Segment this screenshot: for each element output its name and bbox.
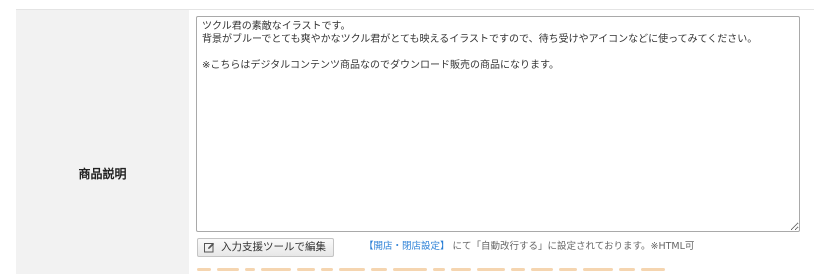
field-value-cell: ツクル君の素敵なイラストです。 背景がブルーでとても爽やかなツクル君がとても映え… xyxy=(189,10,814,274)
field-label-cell: 商品説明 xyxy=(16,10,189,274)
cropped-next-row-text xyxy=(197,268,767,276)
auto-linebreak-note: 【開店・閉店設定】 にて「自動改行する」に設定されております。※HTML可 xyxy=(364,240,694,254)
product-description-row: 商品説明 ツクル君の素敵なイラストです。 背景がブルーでとても爽やかなツクル君が… xyxy=(16,9,814,274)
auto-linebreak-note-text: にて「自動改行する」に設定されております。※HTML可 xyxy=(452,241,695,252)
input-assist-edit-button[interactable]: 入力支援ツールで編集 xyxy=(197,238,334,257)
product-description-textarea[interactable]: ツクル君の素敵なイラストです。 背景がブルーでとても爽やかなツクル君がとても映え… xyxy=(196,16,800,232)
field-label: 商品説明 xyxy=(78,167,127,181)
input-assist-edit-label: 入力支援ツールで編集 xyxy=(221,241,326,253)
store-settings-link[interactable]: 【開店・閉店設定】 xyxy=(364,241,450,252)
edit-icon xyxy=(204,242,215,253)
